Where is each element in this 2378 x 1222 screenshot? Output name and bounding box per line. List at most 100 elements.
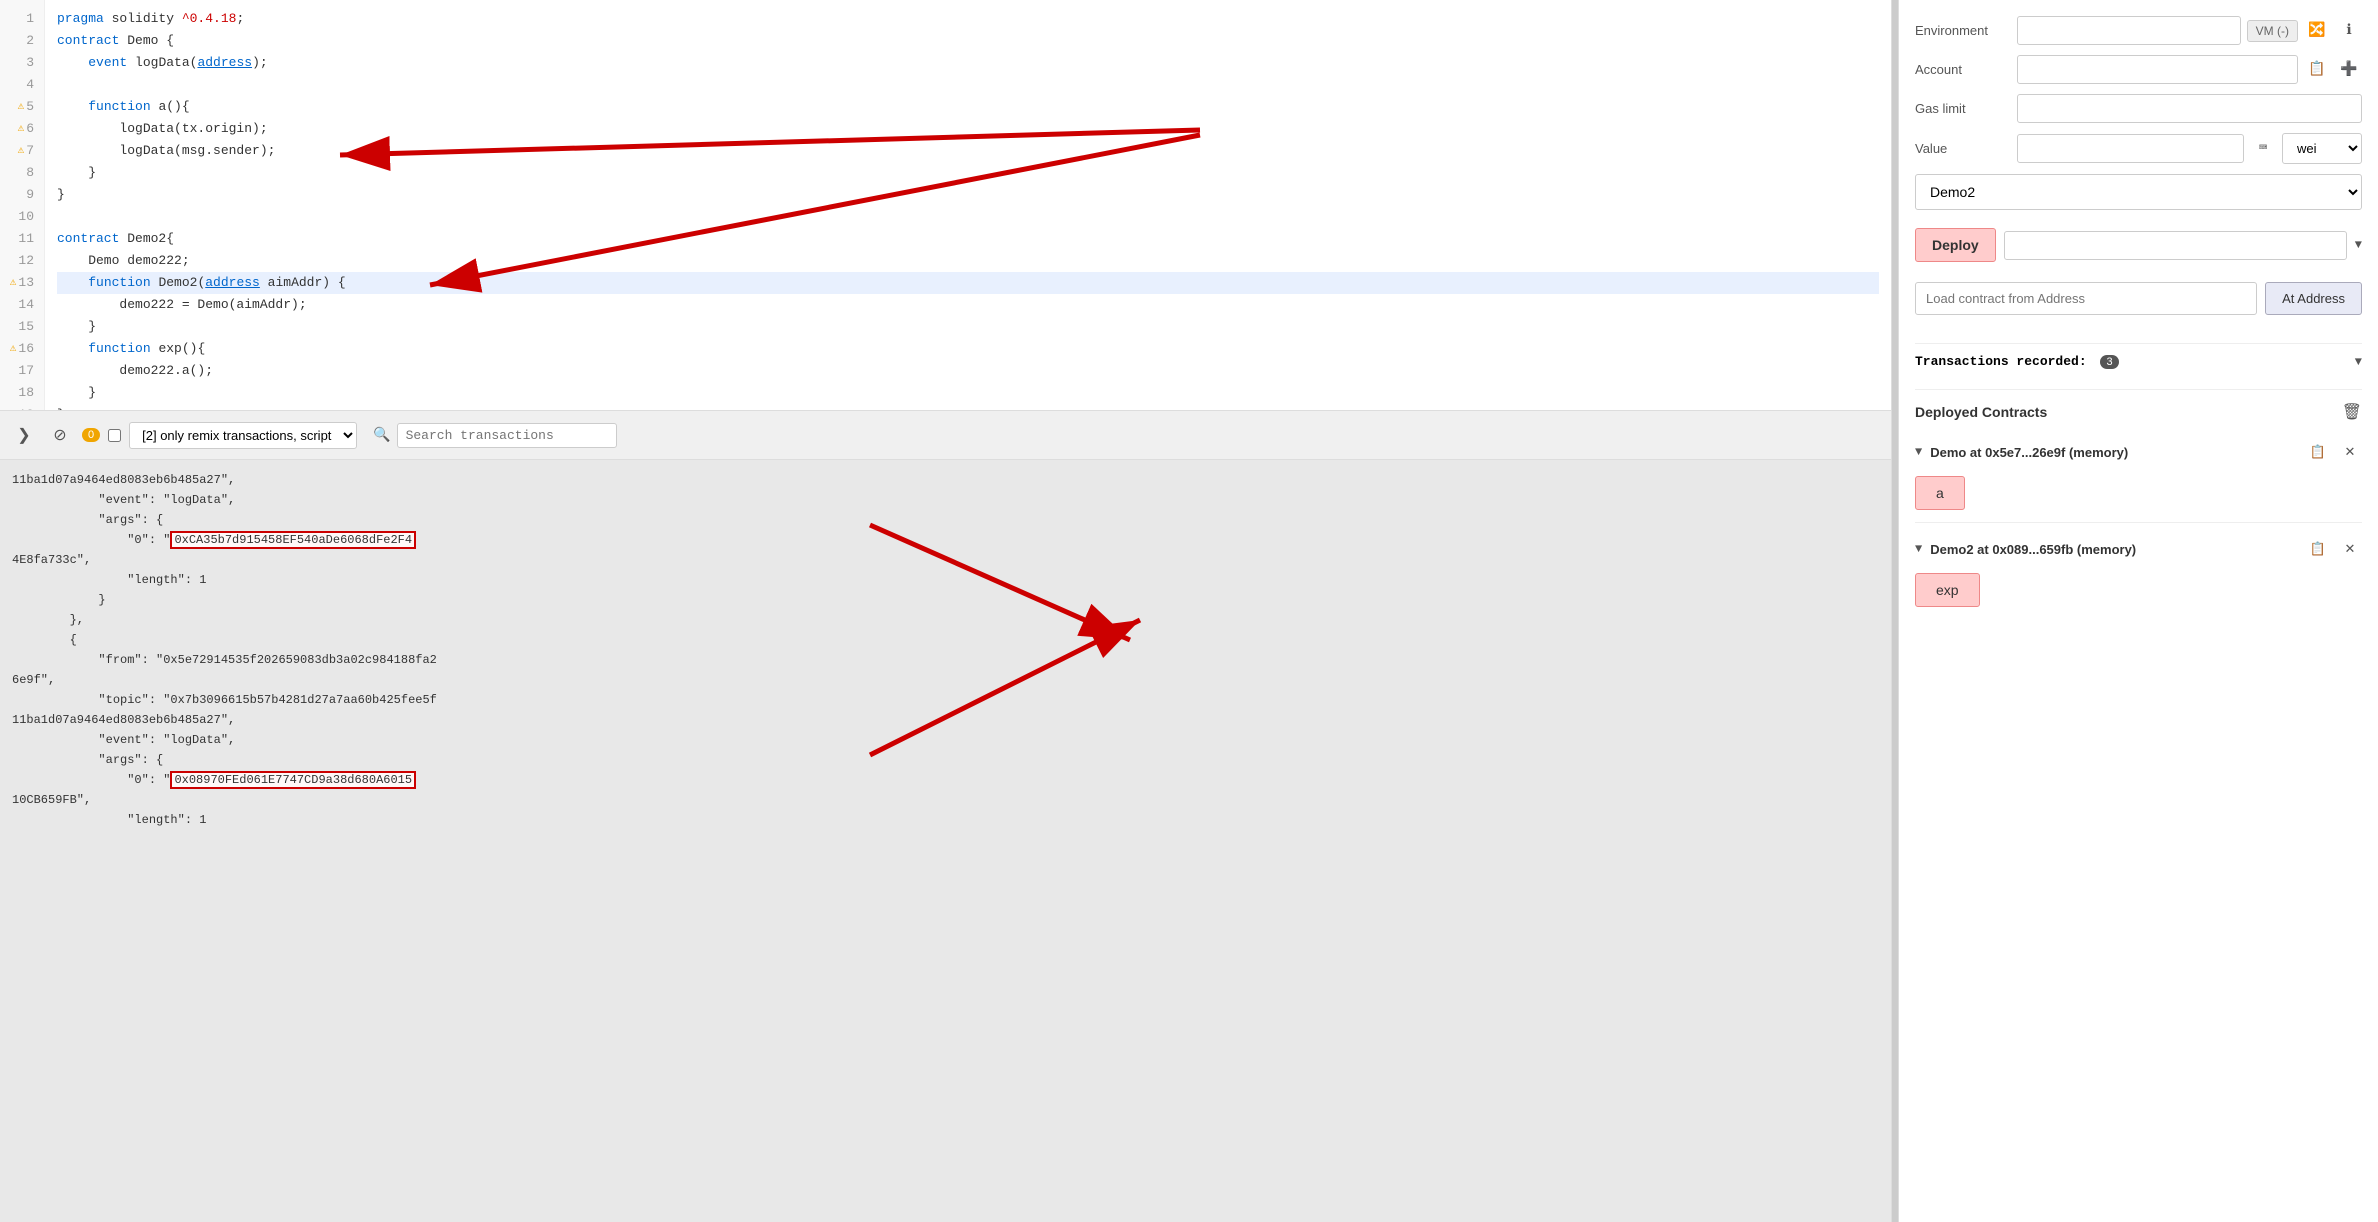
account-input[interactable]: 0xca3...a733c (99.9999999999999997139...: [2017, 55, 2298, 84]
account-row: Account 0xca3...a733c (99.99999999999999…: [1915, 55, 2362, 84]
contract-select[interactable]: Demo2: [1915, 174, 2362, 210]
add-account-icon[interactable]: ➕: [2336, 57, 2362, 83]
contract2-close-btn[interactable]: ✕: [2338, 537, 2362, 561]
deploy-params-input[interactable]: address aimAddr: [2004, 231, 2347, 260]
contract2-fn-btn[interactable]: exp: [1915, 573, 1980, 607]
code-line-17: demo222.a();: [57, 360, 1879, 382]
vm-badge: VM (-): [2247, 20, 2298, 42]
code-line-16: function exp(){: [57, 338, 1879, 360]
line-num-13: ⚠13: [4, 272, 40, 294]
badge-count: 0: [82, 428, 100, 442]
contract-item-1: ▼ Demo at 0x5e7...26e9f (memory) 📋 ✕ a: [1915, 434, 2362, 510]
line-num-8: 8: [4, 162, 40, 184]
contract1-fn-btn[interactable]: a: [1915, 476, 1965, 510]
transactions-section: Transactions recorded: 3 ▼: [1915, 343, 2362, 379]
toggle-btn[interactable]: ❯: [10, 421, 38, 449]
line-num-15: 15: [4, 316, 40, 338]
stop-btn[interactable]: ⊘: [46, 421, 74, 449]
code-line-19: }: [57, 404, 1879, 410]
contract1-name: Demo at 0x5e7...26e9f (memory): [1930, 445, 2298, 460]
code-line-2: contract Demo {: [57, 30, 1879, 52]
deployed-title: Deployed Contracts: [1915, 404, 2047, 420]
code-line-8: }: [57, 162, 1879, 184]
code-line-1: pragma solidity ^0.4.18;: [57, 8, 1879, 30]
contract1-chevron-icon[interactable]: ▼: [1915, 445, 1922, 459]
value-input[interactable]: 0: [2017, 134, 2244, 163]
filter-checkbox[interactable]: [108, 429, 121, 442]
gas-limit-row: Gas limit 3000000: [1915, 94, 2362, 123]
line-num-9: 9: [4, 184, 40, 206]
line-num-18: 18: [4, 382, 40, 404]
contract2-name: Demo2 at 0x089...659fb (memory): [1930, 542, 2298, 557]
code-line-6: logData(tx.origin);: [57, 118, 1879, 140]
deployed-header: Deployed Contracts 🗑: [1915, 402, 2362, 422]
gas-limit-input[interactable]: 3000000: [2017, 94, 2362, 123]
deploy-chevron-icon[interactable]: ▼: [2355, 238, 2362, 252]
fork-icon[interactable]: 🔀: [2304, 18, 2330, 44]
copy-account-icon[interactable]: 📋: [2304, 57, 2330, 83]
contract2-copy-btn[interactable]: 📋: [2306, 537, 2330, 561]
contract-item-2: ▼ Demo2 at 0x089...659fb (memory) 📋 ✕ ex…: [1915, 531, 2362, 607]
code-line-11: contract Demo2{: [57, 228, 1879, 250]
load-address-input[interactable]: [1915, 282, 2257, 315]
filter-select[interactable]: [2] only remix transactions, script: [129, 422, 357, 449]
code-line-15: }: [57, 316, 1879, 338]
line-num-17: 17: [4, 360, 40, 382]
line-num-14: 14: [4, 294, 40, 316]
environment-row: Environment JavaScript VM VM (-) 🔀 ℹ: [1915, 16, 2362, 45]
contract1-header: ▼ Demo at 0x5e7...26e9f (memory) 📋 ✕: [1915, 434, 2362, 470]
value-unit-select[interactable]: wei: [2282, 133, 2362, 164]
line-numbers: 1 2 3 4 ⚠5 ⚠6 ⚠7 8 9 10 11 12 ⚠13 14 15 …: [0, 0, 45, 410]
value-icon: ⌨: [2250, 136, 2276, 162]
deploy-row: Deploy address aimAddr ▼: [1915, 228, 2362, 262]
line-num-10: 10: [4, 206, 40, 228]
code-line-14: demo222 = Demo(aimAddr);: [57, 294, 1879, 316]
code-line-7: logData(msg.sender);: [57, 140, 1879, 162]
trash-icon[interactable]: 🗑: [2342, 402, 2362, 422]
gas-limit-label: Gas limit: [1915, 101, 2005, 116]
at-address-button[interactable]: At Address: [2265, 282, 2362, 315]
log-area[interactable]: 11ba1d07a9464ed8083eb6b485a27", "event":…: [0, 460, 1891, 1222]
value-row: Value 0 ⌨ wei: [1915, 133, 2362, 164]
code-line-13: function Demo2(address aimAddr) {: [57, 272, 1879, 294]
deploy-button[interactable]: Deploy: [1915, 228, 1996, 262]
code-line-10: [57, 206, 1879, 228]
contract2-chevron-icon[interactable]: ▼: [1915, 542, 1922, 556]
log-text-before: 11ba1d07a9464ed8083eb6b485a27", "event":…: [12, 470, 1879, 830]
address-row: At Address: [1915, 282, 2362, 315]
contract1-close-btn[interactable]: ✕: [2338, 440, 2362, 464]
value-label: Value: [1915, 141, 2005, 156]
contract2-header: ▼ Demo2 at 0x089...659fb (memory) 📋 ✕: [1915, 531, 2362, 567]
environment-input[interactable]: JavaScript VM: [2017, 16, 2241, 45]
line-num-7: ⚠7: [4, 140, 40, 162]
transactions-chevron-icon[interactable]: ▼: [2355, 355, 2362, 369]
log-highlight-1: 0xCA35b7d915458EF540aDe6068dFe2F4: [170, 531, 416, 549]
line-num-6: ⚠6: [4, 118, 40, 140]
code-editor[interactable]: pragma solidity ^0.4.18; contract Demo {…: [45, 0, 1891, 410]
code-line-18: }: [57, 382, 1879, 404]
deployed-contracts-section: Deployed Contracts 🗑 ▼ Demo at 0x5e7...2…: [1915, 389, 2362, 619]
transactions-badge: 3: [2100, 355, 2118, 369]
code-line-5: function a(){: [57, 96, 1879, 118]
line-num-19: 19: [4, 404, 40, 410]
contract1-copy-btn[interactable]: 📋: [2306, 440, 2330, 464]
log-highlight-2: 0x08970FEd061E7747CD9a38d680A6015: [170, 771, 416, 789]
toolbar: ❯ ⊘ 0 [2] only remix transactions, scrip…: [0, 410, 1891, 460]
code-line-9: }: [57, 184, 1879, 206]
line-num-11: 11: [4, 228, 40, 250]
line-num-5: ⚠5: [4, 96, 40, 118]
line-num-12: 12: [4, 250, 40, 272]
line-num-3: 3: [4, 52, 40, 74]
line-num-4: 4: [4, 74, 40, 96]
info-icon[interactable]: ℹ: [2336, 18, 2362, 44]
right-panel: Environment JavaScript VM VM (-) 🔀 ℹ Acc…: [1898, 0, 2378, 1222]
line-num-1: 1: [4, 8, 40, 30]
account-label: Account: [1915, 62, 2005, 77]
code-line-3: event logData(address);: [57, 52, 1879, 74]
line-num-2: 2: [4, 30, 40, 52]
search-input[interactable]: [397, 423, 617, 448]
divider-1: [1915, 522, 2362, 523]
environment-label: Environment: [1915, 23, 2005, 38]
code-line-12: Demo demo222;: [57, 250, 1879, 272]
search-icon[interactable]: 🔍: [373, 427, 390, 444]
